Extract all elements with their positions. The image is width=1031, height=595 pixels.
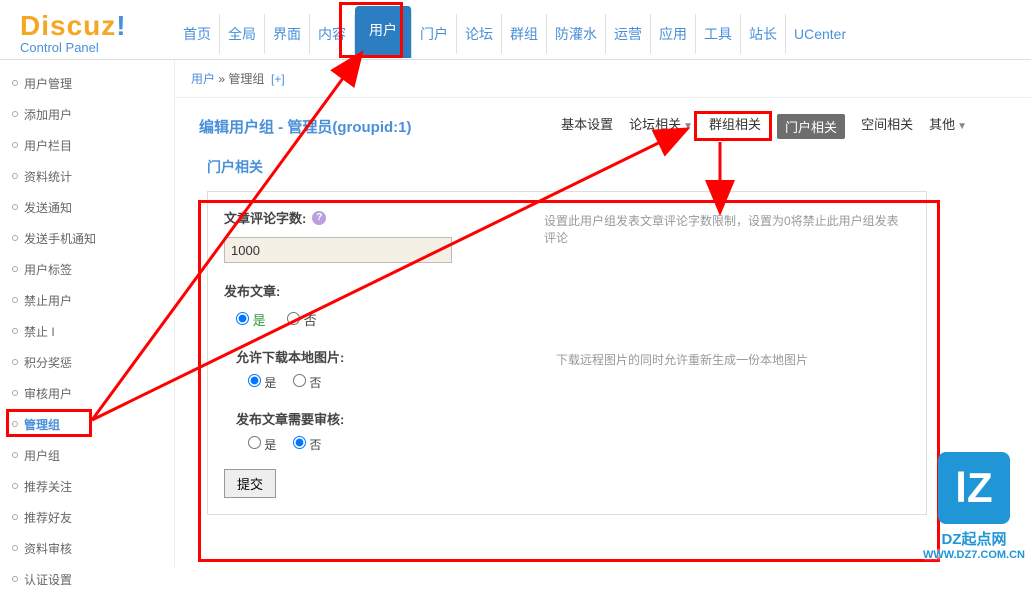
logo: Discuz! Control Panel bbox=[0, 0, 175, 59]
sidebar-item-7[interactable]: 禁止用户 bbox=[0, 285, 174, 316]
need-review-yes[interactable]: 是 bbox=[248, 438, 276, 452]
breadcrumb-sep: » bbox=[215, 72, 228, 86]
sidebar-item-13[interactable]: 推荐关注 bbox=[0, 471, 174, 502]
topnav-内容[interactable]: 内容 bbox=[310, 14, 355, 54]
sidebar-item-0[interactable]: 用户管理 bbox=[0, 68, 174, 99]
page-title: 编辑用户组 - 管理员(groupid:1) bbox=[199, 116, 411, 137]
sidebar-item-1[interactable]: 添加用户 bbox=[0, 99, 174, 130]
allow-download-yes[interactable]: 是 bbox=[248, 376, 276, 390]
sidebar-item-8[interactable]: 禁止 I bbox=[0, 316, 174, 347]
publish-article-no[interactable]: 否 bbox=[287, 313, 317, 328]
top-nav: 首页全局界面内容用户门户论坛群组防灌水运营应用工具站长UCenter bbox=[175, 0, 1031, 59]
tab-row: 基本设置论坛相关▼ 群组相关门户相关空间相关其他▼ bbox=[561, 114, 967, 139]
tab-群组相关[interactable]: 群组相关 bbox=[709, 114, 761, 139]
topnav-首页[interactable]: 首页 bbox=[175, 14, 220, 54]
sidebar-item-14[interactable]: 推荐好友 bbox=[0, 502, 174, 533]
sidebar-item-6[interactable]: 用户标签 bbox=[0, 254, 174, 285]
need-review-label: 发布文章需要审核: bbox=[236, 409, 910, 428]
submit-button[interactable]: 提交 bbox=[224, 469, 276, 498]
topnav-工具[interactable]: 工具 bbox=[696, 14, 741, 54]
topnav-应用[interactable]: 应用 bbox=[651, 14, 696, 54]
watermark: lZ DZ起点网 WWW.DZ7.COM.CN bbox=[923, 452, 1025, 561]
comment-limit-input[interactable] bbox=[224, 237, 452, 263]
topnav-群组[interactable]: 群组 bbox=[502, 14, 547, 54]
sidebar: 用户管理添加用户用户栏目资料统计发送通知发送手机通知用户标签禁止用户禁止 I积分… bbox=[0, 60, 175, 567]
tab-空间相关[interactable]: 空间相关 bbox=[861, 114, 913, 139]
sidebar-item-12[interactable]: 用户组 bbox=[0, 440, 174, 471]
watermark-url: WWW.DZ7.COM.CN bbox=[923, 549, 1025, 561]
topnav-用户[interactable]: 用户 bbox=[355, 6, 412, 58]
watermark-logo: lZ bbox=[955, 464, 992, 512]
topnav-论坛[interactable]: 论坛 bbox=[457, 14, 502, 54]
logo-excl: ! bbox=[116, 10, 126, 41]
breadcrumb: 用户 » 管理组 [+] bbox=[175, 60, 1031, 98]
breadcrumb-current: 管理组 bbox=[228, 72, 264, 86]
sidebar-item-9[interactable]: 积分奖惩 bbox=[0, 347, 174, 378]
help-icon[interactable]: ? bbox=[312, 211, 326, 225]
topnav-全局[interactable]: 全局 bbox=[220, 14, 265, 54]
tab-其他[interactable]: 其他▼ bbox=[929, 114, 967, 139]
comment-limit-desc: 设置此用户组发表文章评论字数限制，设置为0将禁止此用户组发表评论 bbox=[544, 208, 910, 246]
form-box: 文章评论字数:? 设置此用户组发表文章评论字数限制，设置为0将禁止此用户组发表评… bbox=[207, 191, 927, 515]
breadcrumb-user[interactable]: 用户 bbox=[191, 72, 215, 86]
topnav-界面[interactable]: 界面 bbox=[265, 14, 310, 54]
sidebar-item-3[interactable]: 资料统计 bbox=[0, 161, 174, 192]
watermark-text: DZ起点网 bbox=[923, 528, 1025, 549]
topnav-防灌水[interactable]: 防灌水 bbox=[547, 14, 606, 54]
publish-article-label: 发布文章: bbox=[224, 281, 910, 300]
tab-基本设置[interactable]: 基本设置 bbox=[561, 114, 613, 139]
tab-门户相关[interactable]: 门户相关 bbox=[777, 114, 845, 139]
sidebar-item-16[interactable]: 认证设置 bbox=[0, 564, 174, 595]
section-title: 门户相关 bbox=[207, 157, 1007, 177]
logo-subtitle: Control Panel bbox=[20, 40, 175, 55]
topnav-UCenter[interactable]: UCenter bbox=[786, 16, 854, 52]
sidebar-item-15[interactable]: 资料审核 bbox=[0, 533, 174, 564]
topnav-运营[interactable]: 运营 bbox=[606, 14, 651, 54]
breadcrumb-plus[interactable]: [+] bbox=[271, 72, 285, 86]
comment-limit-label: 文章评论字数: bbox=[224, 208, 306, 227]
logo-main: Discuz bbox=[20, 10, 116, 41]
allow-download-desc: 下载远程图片的同时允许重新生成一份本地图片 bbox=[556, 347, 910, 368]
publish-article-yes[interactable]: 是 bbox=[236, 313, 266, 328]
need-review-no[interactable]: 否 bbox=[293, 438, 321, 452]
sidebar-item-5[interactable]: 发送手机通知 bbox=[0, 223, 174, 254]
topnav-门户[interactable]: 门户 bbox=[412, 14, 457, 54]
topnav-站长[interactable]: 站长 bbox=[741, 14, 786, 54]
sidebar-item-10[interactable]: 审核用户 bbox=[0, 378, 174, 409]
sidebar-item-2[interactable]: 用户栏目 bbox=[0, 130, 174, 161]
allow-download-label: 允许下载本地图片: bbox=[236, 347, 556, 366]
allow-download-no[interactable]: 否 bbox=[293, 376, 321, 390]
tab-论坛相关[interactable]: 论坛相关▼ bbox=[629, 114, 693, 139]
sidebar-item-11[interactable]: 管理组 bbox=[0, 409, 174, 440]
sidebar-item-4[interactable]: 发送通知 bbox=[0, 192, 174, 223]
